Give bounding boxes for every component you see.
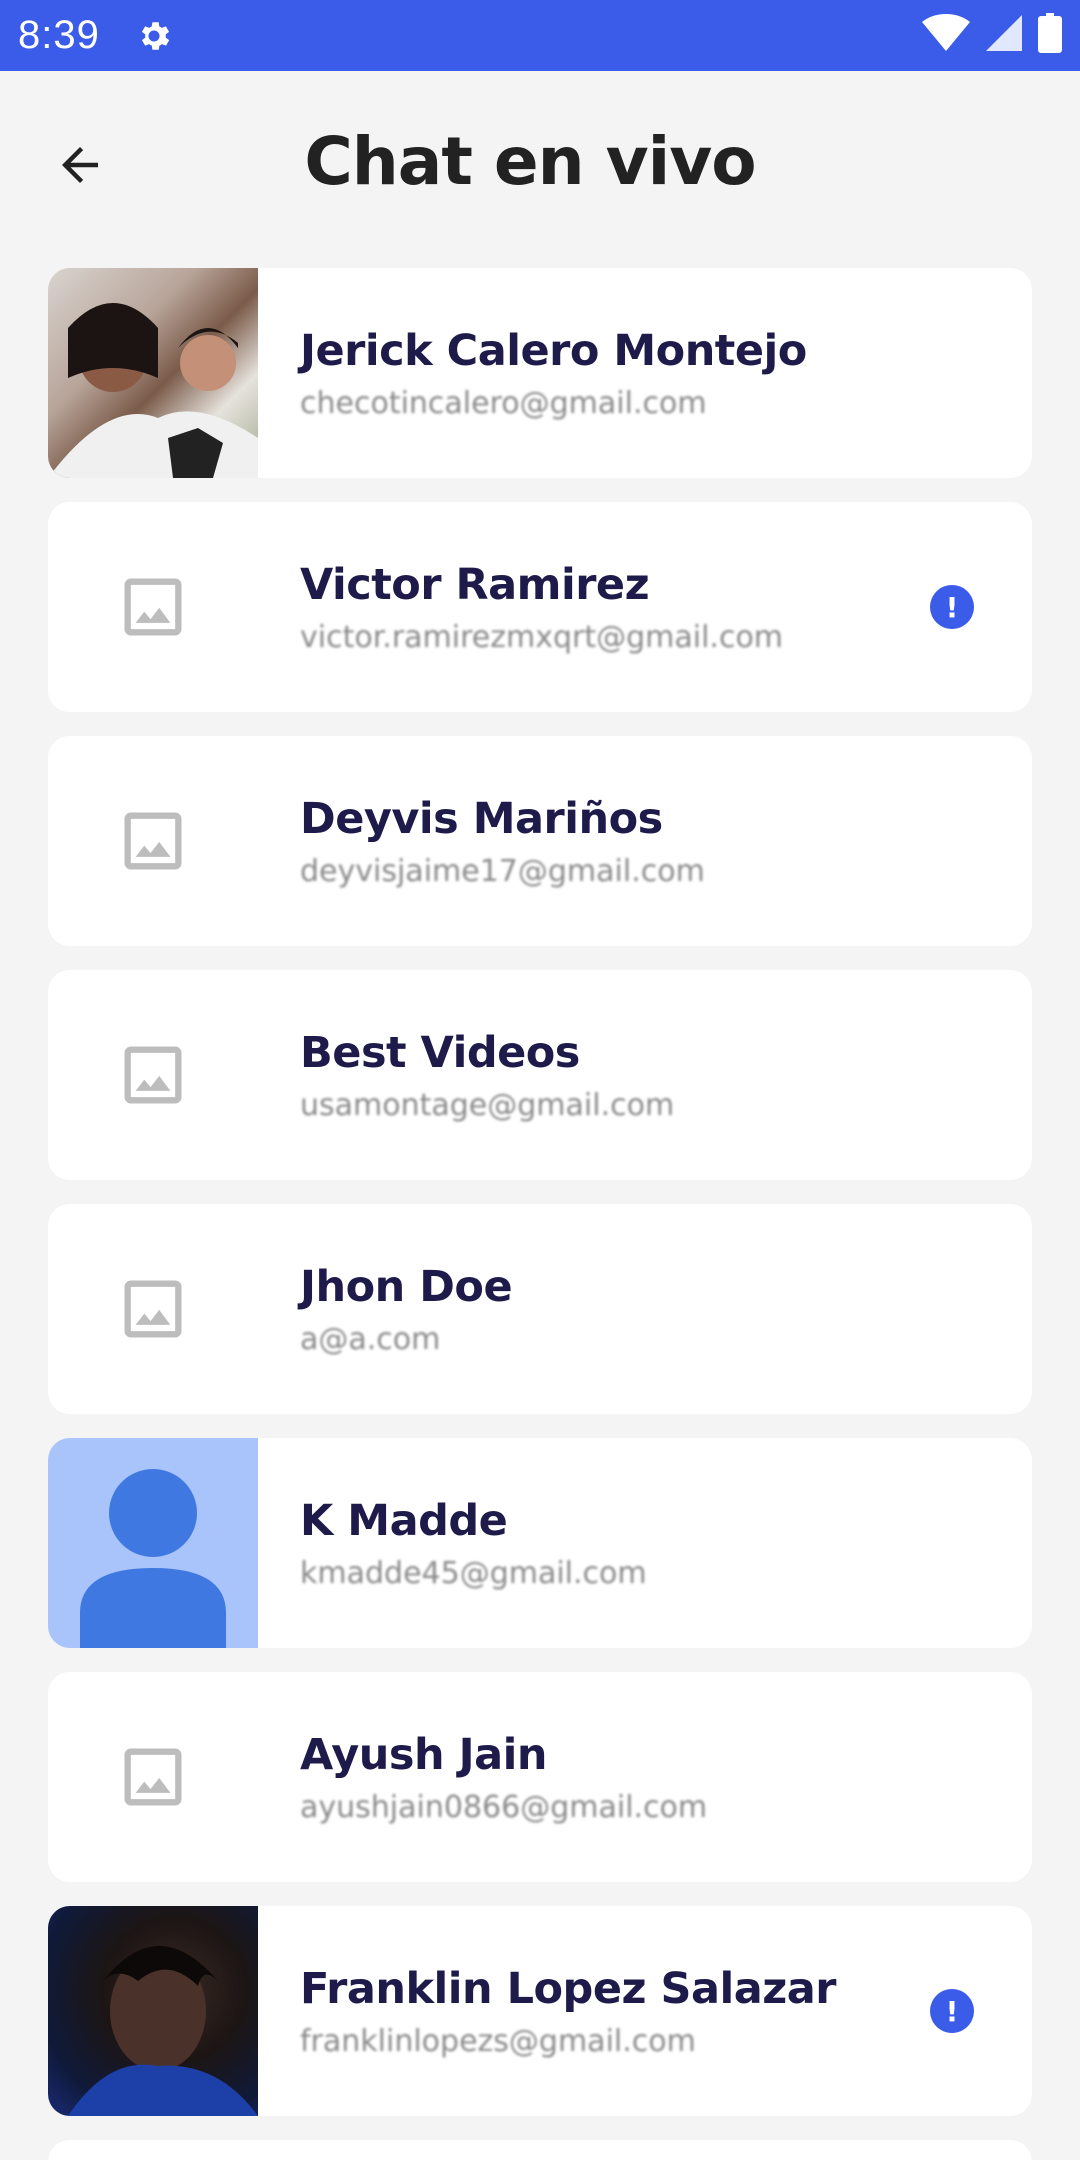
contact-name: Victor Ramirez	[300, 559, 650, 610]
contact-list[interactable]: Jerick Calero Montejo checotincalero@gma…	[48, 268, 1032, 2160]
contact-name: Jhon Doe	[300, 1261, 513, 1312]
app-bar: Chat en vivo	[0, 71, 1080, 256]
contact-card-partial[interactable]	[48, 2140, 1032, 2160]
status-bar: 8:39	[0, 0, 1080, 71]
contact-info: Ayush Jain ayushjain0866@gmail.com	[258, 1672, 1032, 1882]
contact-email: ayushjain0866@gmail.com	[300, 1789, 708, 1825]
contact-email: franklinlopezs@gmail.com	[300, 2023, 696, 2059]
contact-name: K Madde	[300, 1495, 508, 1546]
signal-icon	[986, 15, 1022, 56]
contact-name: Best Videos	[300, 1027, 580, 1078]
battery-icon	[1038, 13, 1062, 58]
image-placeholder-icon	[48, 970, 258, 1180]
contact-info: Victor Ramirez victor.ramirezmxqrt@gmail…	[258, 502, 1032, 712]
gear-icon	[134, 16, 174, 56]
contact-email: usamontage@gmail.com	[300, 1087, 675, 1123]
contact-card[interactable]: Ayush Jain ayushjain0866@gmail.com	[48, 1672, 1032, 1882]
contact-card[interactable]: Jerick Calero Montejo checotincalero@gma…	[48, 268, 1032, 478]
contact-info: K Madde kmadde45@gmail.com	[258, 1438, 1032, 1648]
page-title: Chat en vivo	[304, 123, 756, 200]
contact-email: a@a.com	[300, 1321, 441, 1357]
contact-name: Franklin Lopez Salazar	[300, 1963, 837, 2014]
contact-email: kmadde45@gmail.com	[300, 1555, 647, 1591]
image-placeholder-icon	[48, 736, 258, 946]
contact-card[interactable]: Victor Ramirez victor.ramirezmxqrt@gmail…	[48, 502, 1032, 712]
contact-card[interactable]: Best Videos usamontage@gmail.com	[48, 970, 1032, 1180]
contact-email: victor.ramirezmxqrt@gmail.com	[300, 619, 784, 655]
wifi-icon	[922, 13, 970, 58]
avatar	[48, 268, 258, 478]
image-placeholder-icon	[48, 1204, 258, 1414]
contact-card[interactable]: Deyvis Mariños deyvisjaime17@gmail.com	[48, 736, 1032, 946]
contact-email: deyvisjaime17@gmail.com	[300, 853, 705, 889]
contact-card[interactable]: Franklin Lopez Salazar franklinlopezs@gm…	[48, 1906, 1032, 2116]
contact-card[interactable]: Jhon Doe a@a.com	[48, 1204, 1032, 1414]
status-time: 8:39	[18, 13, 100, 57]
contact-name: Ayush Jain	[300, 1729, 547, 1780]
contact-email: checotincalero@gmail.com	[300, 385, 707, 421]
contact-name: Deyvis Mariños	[300, 793, 663, 844]
default-person-icon	[48, 1438, 258, 1648]
image-placeholder-icon	[48, 1672, 258, 1882]
contact-card[interactable]: K Madde kmadde45@gmail.com	[48, 1438, 1032, 1648]
contact-info: Best Videos usamontage@gmail.com	[258, 970, 1032, 1180]
alert-badge-icon: !	[930, 1989, 974, 2033]
contact-info: Franklin Lopez Salazar franklinlopezs@gm…	[258, 1906, 1032, 2116]
contact-info: Deyvis Mariños deyvisjaime17@gmail.com	[258, 736, 1032, 946]
contact-name: Jerick Calero Montejo	[300, 325, 807, 376]
avatar	[48, 1906, 258, 2116]
contact-info: Jerick Calero Montejo checotincalero@gma…	[258, 268, 1032, 478]
image-placeholder-icon	[48, 502, 258, 712]
alert-badge-icon: !	[930, 585, 974, 629]
contact-info: Jhon Doe a@a.com	[258, 1204, 1032, 1414]
